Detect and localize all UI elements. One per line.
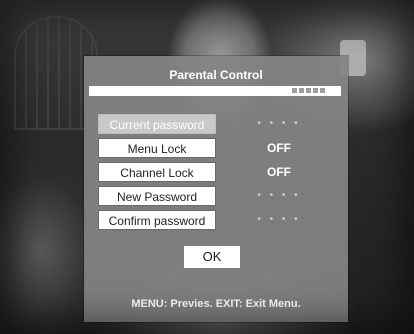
- screen-vignette: [0, 0, 414, 334]
- tv-screen: Parental Control Current password • • • …: [0, 0, 414, 334]
